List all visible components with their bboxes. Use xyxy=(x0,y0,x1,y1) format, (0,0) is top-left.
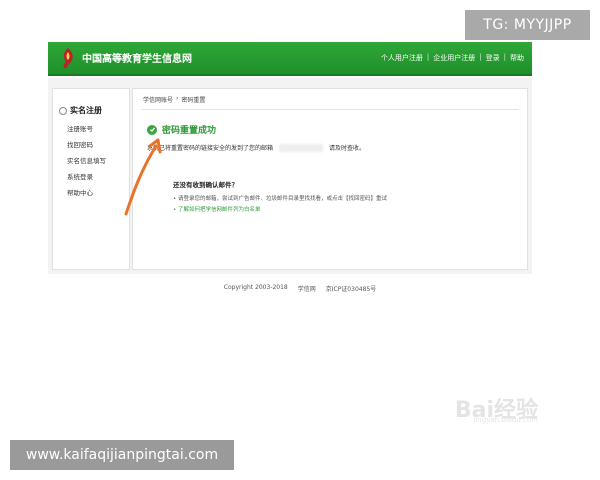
bullet-icon xyxy=(59,106,67,115)
divider xyxy=(141,109,519,110)
sent-message: 系统已将重置密码的链接安全的发到了您的邮箱 请及时查收。 xyxy=(147,143,366,152)
breadcrumb-reset: 密码重置 xyxy=(181,97,206,104)
footer-site: 学信网 xyxy=(297,286,316,293)
sidebar-menu: 注册账号 找回密码 实名信息填写 系统登录 帮助中心 xyxy=(67,121,106,201)
success-heading: 密码重置成功 xyxy=(147,123,216,136)
breadcrumb-account[interactable]: 学信网账号 xyxy=(143,95,173,104)
baidu-watermark-url: jingyan.baidu.com xyxy=(473,416,538,424)
top-links: 个人用户注册 | 企业用户注册 | 登录 | 帮助 xyxy=(380,53,524,63)
whitelist-link[interactable]: • 了解如何把学信网邮件列为白名单 xyxy=(173,205,387,216)
help-title: 还没有收到确认邮件？ xyxy=(173,181,238,189)
redacted-email xyxy=(279,143,324,152)
sidebar-item-help[interactable]: 帮助中心 xyxy=(67,185,106,201)
help-tip: • 请登录您的邮箱，尝试到广告邮件、垃圾邮件目录里找找看，或点击【找回密码】重试 xyxy=(173,196,387,202)
telegram-watermark: TG: MYYJJPP xyxy=(465,10,590,40)
sidebar-item-register[interactable]: 注册账号 xyxy=(67,121,106,137)
sidebar-title: 实名注册 xyxy=(59,105,102,116)
sidebar-item-recover-password[interactable]: 找回密码 xyxy=(67,137,106,153)
help-link[interactable]: 帮助 xyxy=(510,53,524,63)
logo-icon xyxy=(63,48,73,68)
main-panel: 学信网账号 › 密码重置 密码重置成功 系统已将重置密码的链接安全的发到了您的邮… xyxy=(132,88,528,270)
enterprise-register-link[interactable]: 企业用户注册 xyxy=(433,53,475,63)
sidebar: 实名注册 注册账号 找回密码 实名信息填写 系统登录 帮助中心 xyxy=(52,88,130,270)
breadcrumb: 学信网账号 › 密码重置 xyxy=(143,95,206,104)
content-area: 实名注册 注册账号 找回密码 实名信息填写 系统登录 帮助中心 学信网账号 › … xyxy=(48,78,532,274)
help-block: 还没有收到确认邮件？ • 请登录您的邮箱，尝试到广告邮件、垃圾邮件目录里找找看，… xyxy=(173,179,387,216)
footer: Copyright 2003-2018 学信网 京ICP证030485号 xyxy=(0,284,600,293)
icp-number: 京ICP证030485号 xyxy=(325,286,377,293)
site-title: 中国高等教育学生信息网 xyxy=(82,54,192,65)
check-circle-icon xyxy=(147,124,157,135)
url-watermark: www.kaifaqijianpingtai.com xyxy=(10,440,234,470)
personal-register-link[interactable]: 个人用户注册 xyxy=(381,53,423,63)
site-header: 中国高等教育学生信息网 个人用户注册 | 企业用户注册 | 登录 | 帮助 xyxy=(48,42,532,76)
sidebar-item-login[interactable]: 系统登录 xyxy=(67,169,106,185)
page: TG: MYYJJPP 中国高等教育学生信息网 个人用户注册 | 企业用户注册 … xyxy=(0,0,600,480)
copyright: Copyright 2003-2018 xyxy=(223,284,288,291)
sidebar-item-real-name-info[interactable]: 实名信息填写 xyxy=(67,153,106,169)
success-title: 密码重置成功 xyxy=(162,126,217,136)
login-link[interactable]: 登录 xyxy=(486,53,500,63)
